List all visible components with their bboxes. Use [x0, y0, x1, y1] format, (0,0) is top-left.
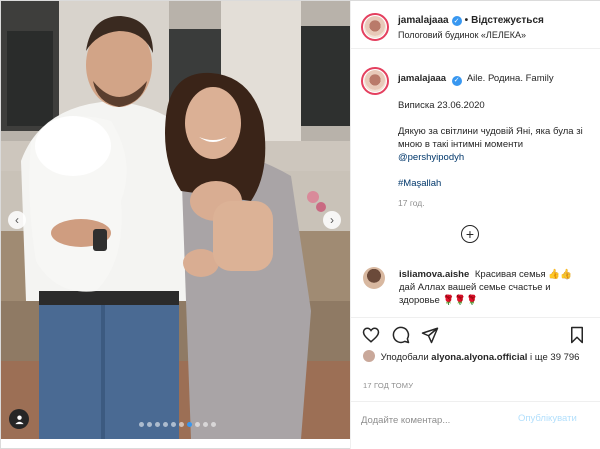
post-sidebar: jamalajaaa ✓ • Відстежується Пологовий б… — [350, 1, 600, 449]
chevron-right-icon: › — [330, 213, 334, 227]
previous-photo-button[interactable]: ‹ — [8, 211, 26, 229]
author-row: jamalajaaa ✓ • Відстежується — [398, 15, 544, 26]
comment-input[interactable] — [361, 412, 511, 428]
instagram-post: ‹ › jamalajaaa ✓ • Відстежується Пологов… — [0, 0, 600, 449]
comment-text: isliamova.aishe Красивая семья 👍👍дай Алл… — [399, 268, 584, 307]
post-location[interactable]: Пологовий будинок «ЛЕЛЕКА» — [398, 30, 526, 40]
verified-badge-icon: ✓ — [451, 75, 462, 86]
next-photo-button[interactable]: › — [323, 211, 341, 229]
publish-button[interactable]: Опублікувати — [518, 413, 577, 424]
caption-hashtag-link[interactable]: #Maşallah — [398, 177, 598, 190]
follow-status-button[interactable]: Відстежується — [471, 15, 544, 26]
liker-username[interactable]: alyona.alyona.official — [431, 352, 527, 363]
post-photo[interactable]: ‹ › — [1, 1, 350, 439]
caption-timestamp[interactable]: 17 год. — [398, 198, 425, 208]
save-button[interactable] — [568, 326, 586, 344]
commenter-username[interactable]: isliamova.aishe — [399, 269, 469, 280]
caption-username[interactable]: jamalajaaa — [398, 73, 446, 84]
author-avatar[interactable] — [361, 13, 389, 41]
caption-author-avatar[interactable] — [361, 67, 389, 95]
share-button[interactable] — [421, 326, 439, 344]
post-header: jamalajaaa ✓ • Відстежується Пологовий б… — [351, 1, 600, 49]
like-button[interactable] — [362, 326, 380, 344]
carousel-dot — [147, 422, 152, 427]
comment-composer: Опублікувати — [351, 401, 600, 438]
caption-mention-link[interactable]: @pershyipodyh — [398, 151, 598, 164]
verified-badge-icon: ✓ — [451, 15, 462, 26]
carousel-dot — [203, 422, 208, 427]
carousel-dot — [195, 422, 200, 427]
likes-prefix: Уподобали — [380, 352, 429, 363]
likes-count[interactable]: і ще 39 796 — [530, 352, 579, 363]
heart-icon — [362, 327, 380, 343]
comment-icon — [392, 326, 410, 344]
caption-line-2: Виписка 23.06.2020 — [398, 99, 485, 111]
caption-line-1: Aile. Родина. Family — [466, 73, 554, 84]
liker-avatar[interactable] — [363, 350, 375, 362]
caption-line-3: Дякую за світлини чудовій Яні, яка була … — [398, 125, 583, 150]
family-photo-illustration — [1, 1, 350, 439]
carousel-dot — [171, 422, 176, 427]
chevron-left-icon: ‹ — [15, 213, 19, 227]
author-username[interactable]: jamalajaaa — [398, 15, 449, 26]
carousel-dot — [211, 422, 216, 427]
comment-button[interactable] — [392, 326, 410, 344]
comment-like-icon[interactable]: ♡ — [563, 272, 571, 283]
plus-circle-icon[interactable]: + — [461, 225, 479, 243]
carousel-dot — [163, 422, 168, 427]
caption-text: jamalajaaa ✓ Aile. Родина. Family Виписк… — [398, 72, 598, 190]
carousel-dot — [139, 422, 144, 427]
bookmark-icon — [571, 326, 583, 344]
separator-dot: • — [464, 15, 469, 26]
carousel-dot — [187, 422, 192, 427]
carousel-indicator — [139, 422, 216, 427]
tagged-users-button[interactable] — [9, 409, 29, 429]
carousel-dot — [179, 422, 184, 427]
user-tag-icon — [14, 414, 24, 424]
likes-summary: Уподобали alyona.alyona.official і ще 39… — [363, 350, 593, 364]
share-icon — [421, 327, 439, 344]
comment-item: isliamova.aishe Красивая семья 👍👍дай Алл… — [351, 263, 600, 313]
commenter-avatar[interactable] — [363, 267, 385, 289]
caption-section: jamalajaaa ✓ Aile. Родина. Family Виписк… — [351, 49, 600, 259]
post-age[interactable]: 17 ГОД ТОМУ — [363, 381, 413, 390]
action-bar — [351, 317, 600, 347]
carousel-dot — [155, 422, 160, 427]
